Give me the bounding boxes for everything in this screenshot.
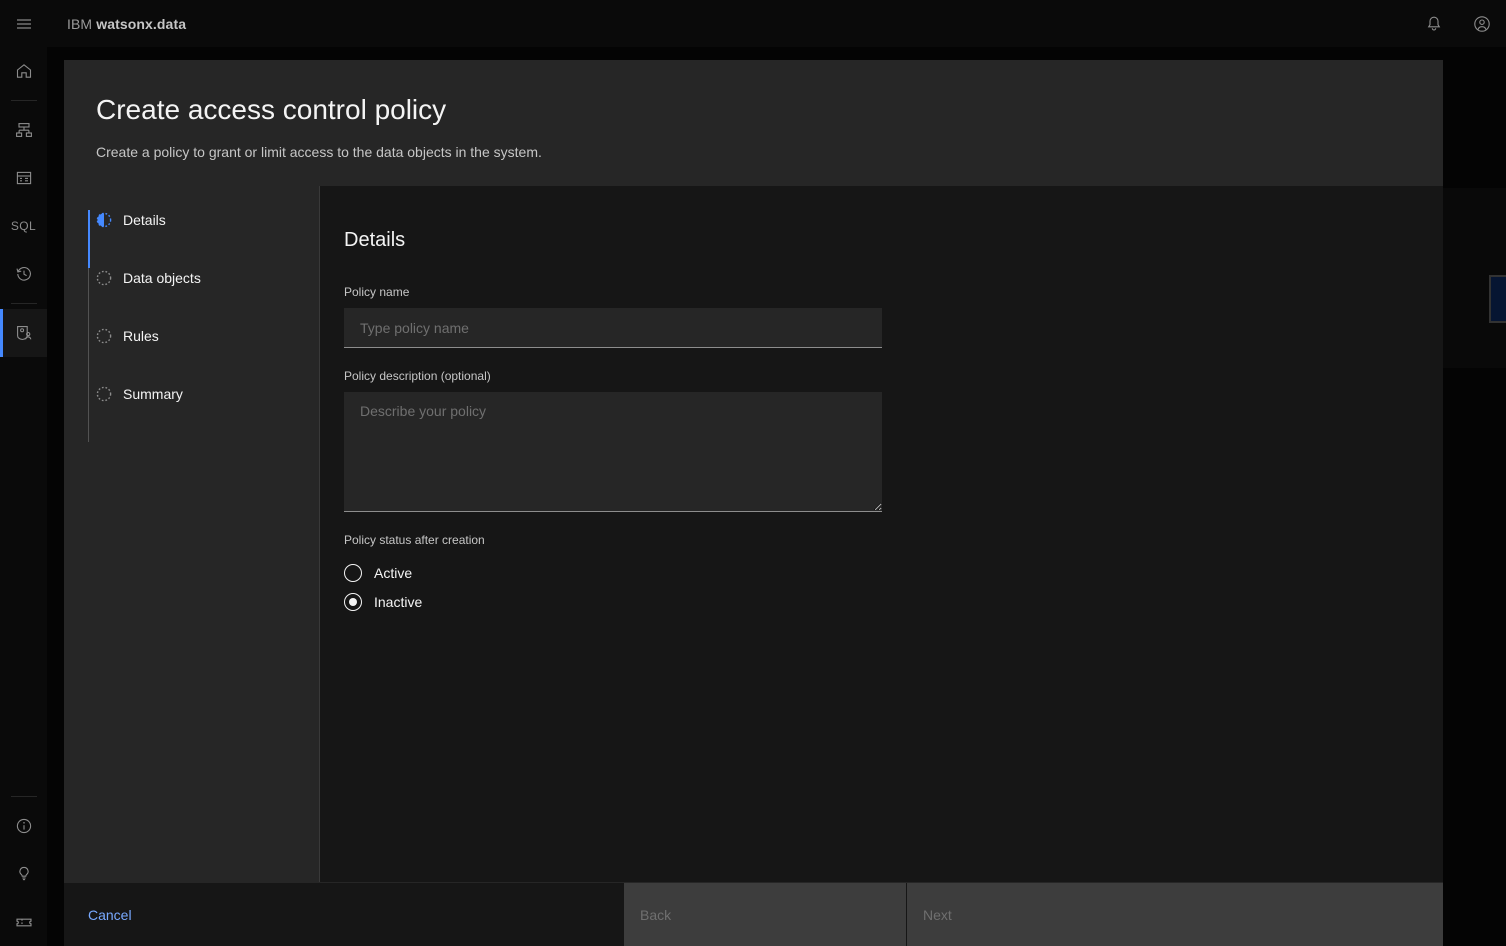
sidebar-item-access-control[interactable]	[0, 309, 47, 357]
section-heading: Details	[344, 229, 406, 251]
cancel-button[interactable]: Cancel	[64, 883, 624, 946]
rail-divider	[10, 100, 37, 101]
bell-icon[interactable]	[1410, 0, 1458, 47]
policy-description-field: Policy description (optional)	[344, 368, 1411, 512]
step-summary[interactable]: Summary	[64, 384, 319, 442]
step-label: Details	[123, 212, 166, 228]
sidebar-item-query-history[interactable]	[0, 250, 47, 298]
information-icon	[16, 818, 31, 834]
modal-body: Details Data objects Rules Summary Detai…	[64, 186, 1443, 882]
radio-circle-icon	[344, 563, 362, 582]
infrastructure-icon	[15, 123, 32, 137]
step-data-objects[interactable]: Data objects	[64, 268, 319, 326]
access-control-icon	[16, 326, 31, 341]
step-rules[interactable]: Rules	[64, 326, 319, 384]
page-subtitle: Create a policy to grant or limit access…	[96, 144, 542, 160]
policy-description-textarea[interactable]	[344, 392, 882, 512]
sidebar-item-data-manager[interactable]	[0, 154, 47, 202]
app-header: IBM watsonx.data	[0, 0, 1506, 47]
sidebar-item-tips[interactable]	[0, 850, 47, 898]
policy-description-label: Policy description (optional)	[344, 369, 491, 383]
step-label: Data objects	[123, 270, 201, 286]
lightbulb-icon	[18, 866, 29, 881]
brand-name: watsonx.data	[96, 15, 187, 32]
modal-header: Create access control policy Create a po…	[64, 60, 1443, 186]
left-navigation-rail: SQL	[0, 47, 47, 946]
page-title: Create access control policy	[96, 94, 447, 125]
policy-name-label: Policy name	[344, 285, 410, 299]
ticket-icon	[15, 918, 32, 927]
step-current-icon	[96, 212, 112, 228]
brand-title[interactable]: IBM watsonx.data	[67, 16, 186, 32]
policy-name-field: Policy name	[344, 284, 1411, 348]
sidebar-item-query-workspace[interactable]: SQL	[0, 202, 47, 250]
next-button[interactable]: Next	[906, 883, 1188, 946]
home-icon	[16, 64, 31, 78]
radio-label: Inactive	[374, 593, 423, 610]
radio-active[interactable]: Active	[344, 558, 1411, 587]
create-access-control-policy-modal: Create access control policy Create a po…	[64, 60, 1443, 946]
sql-icon: SQL	[10, 219, 37, 233]
policy-name-input[interactable]	[344, 308, 882, 348]
footer-spacer	[1188, 883, 1443, 946]
step-details[interactable]: Details	[64, 210, 319, 268]
details-form: Details Policy name Policy description (…	[320, 186, 1443, 882]
user-avatar-icon[interactable]	[1458, 0, 1506, 47]
rail-divider	[10, 303, 37, 304]
progress-indicator: Details Data objects Rules Summary	[64, 186, 320, 882]
radio-inactive[interactable]: Inactive	[344, 587, 1411, 616]
radio-circle-selected-icon	[344, 592, 362, 611]
modal-footer: Cancel Back Next	[64, 882, 1443, 946]
step-incomplete-icon	[96, 270, 112, 286]
history-icon	[15, 266, 31, 281]
header-actions	[1410, 0, 1506, 47]
step-incomplete-icon	[96, 386, 112, 402]
rail-divider	[10, 796, 37, 797]
sidebar-item-support[interactable]	[0, 898, 47, 946]
step-label: Summary	[123, 386, 183, 402]
sidebar-item-about[interactable]	[0, 802, 47, 850]
policy-status-radio-group: Policy status after creation Active Inac…	[344, 532, 1411, 616]
brand-prefix: IBM	[67, 15, 93, 32]
data-manager-icon	[16, 171, 31, 185]
sidebar-item-home[interactable]	[0, 47, 47, 95]
step-label: Rules	[123, 328, 159, 344]
step-incomplete-icon	[96, 328, 112, 344]
back-button[interactable]: Back	[624, 883, 906, 946]
policy-status-legend: Policy status after creation	[344, 533, 485, 547]
sidebar-item-infrastructure-manager[interactable]	[0, 106, 47, 154]
radio-label: Active	[374, 564, 413, 581]
hamburger-menu-icon[interactable]	[0, 0, 47, 47]
